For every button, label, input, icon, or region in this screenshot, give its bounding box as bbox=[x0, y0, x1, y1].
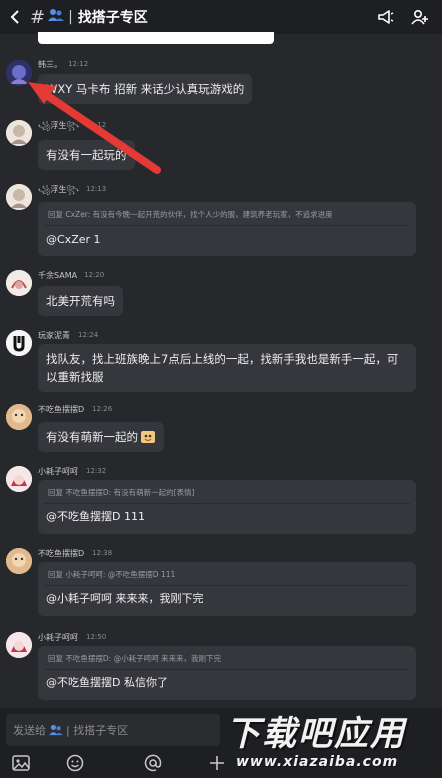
username[interactable]: 小耗子呵呵 bbox=[38, 632, 78, 643]
avatar[interactable] bbox=[6, 632, 32, 658]
timestamp: 12:26 bbox=[92, 405, 113, 413]
avatar[interactable] bbox=[6, 270, 32, 296]
group-icon bbox=[49, 724, 63, 736]
timestamp: 12:50 bbox=[86, 633, 107, 641]
timestamp: 12:13 bbox=[86, 185, 107, 193]
avatar[interactable] bbox=[6, 548, 32, 574]
message-bubble: 有没有一起玩的 bbox=[38, 140, 135, 170]
username[interactable]: 千余SAMA bbox=[38, 270, 77, 281]
reply-bubble: 回复 CxZer: 有没有今晚一起开荒的伙伴，找个人少的服，建筑养老玩家，不追求… bbox=[38, 202, 416, 256]
previous-message-bubble bbox=[38, 32, 274, 44]
hash-icon: # bbox=[30, 6, 46, 28]
avatar[interactable] bbox=[6, 404, 32, 430]
username[interactable]: ꧁浮生꧂ bbox=[38, 120, 79, 136]
add-member-icon[interactable] bbox=[410, 7, 430, 27]
avatar[interactable] bbox=[6, 60, 32, 86]
message-text: @不吃鱼摆摆D 111 bbox=[46, 510, 145, 523]
message-text: 有没有萌新一起的 bbox=[46, 430, 138, 444]
message-bubble: WXY 马卡布 招新 来话少认真玩游戏的 bbox=[38, 74, 253, 104]
timestamp: 12:12 bbox=[86, 121, 107, 129]
watermark: 下载吧应用 www.xiazaiba.com bbox=[220, 704, 442, 778]
username[interactable]: 玩家泥青 bbox=[38, 330, 70, 341]
group-icon bbox=[48, 8, 65, 26]
title-separator: | bbox=[68, 9, 73, 25]
username[interactable]: 韩三。 bbox=[38, 59, 62, 70]
username[interactable]: ꧁浮生꧂ bbox=[38, 184, 79, 200]
channel-header: # | 找搭子专区 bbox=[0, 0, 442, 34]
channel-name: 找搭子专区 bbox=[77, 10, 148, 26]
message-text: @CxZer 1 bbox=[46, 233, 101, 246]
watermark-url: www.xiazaiba.com bbox=[236, 754, 399, 770]
timestamp: 12:12 bbox=[68, 60, 89, 68]
watermark-title: 下载吧应用 bbox=[226, 714, 406, 754]
at-icon[interactable] bbox=[142, 752, 164, 774]
megaphone-icon[interactable] bbox=[376, 7, 396, 27]
emoji-icon[interactable] bbox=[64, 752, 86, 774]
reply-bubble: 回复 不吃鱼摆摆D: @小耗子呵呵 来来来，我刚下完 @不吃鱼摆摆D 私信你了 bbox=[38, 646, 416, 700]
input-channel-name: | 找搭子专区 bbox=[66, 724, 129, 737]
channel-title: # | 找搭子专区 bbox=[30, 7, 148, 28]
avatar[interactable] bbox=[6, 120, 32, 146]
username[interactable]: 小耗子呵呵 bbox=[38, 466, 78, 477]
message-bubble: 北美开荒有吗 bbox=[38, 286, 123, 316]
input-placeholder: 发送给 bbox=[13, 724, 46, 737]
image-icon[interactable] bbox=[10, 752, 32, 774]
avatar[interactable] bbox=[6, 330, 32, 356]
reply-quote[interactable]: 回复 不吃鱼摆摆D: 有没有萌新一起的[表情] bbox=[44, 484, 410, 504]
timestamp: 12:32 bbox=[86, 467, 107, 475]
username-text: 浮生 bbox=[50, 185, 67, 194]
message-bubble: 有没有萌新一起的 bbox=[38, 422, 164, 452]
message-bubble: 找队友，找上班族晚上7点后上线的一起，找新手我也是新手一起，可以重新找服 bbox=[38, 344, 416, 392]
reply-bubble: 回复 小耗子呵呵: @不吃鱼摆摆D 111 @小耗子呵呵 来来来，我刚下完 bbox=[38, 562, 416, 616]
avatar[interactable] bbox=[6, 466, 32, 492]
username-text: 浮生 bbox=[50, 121, 67, 130]
username[interactable]: 不吃鱼摆摆D bbox=[38, 404, 84, 415]
back-arrow-icon[interactable] bbox=[2, 0, 28, 34]
avatar[interactable] bbox=[6, 184, 32, 210]
message-input[interactable]: 发送给 | 找搭子专区 bbox=[6, 714, 220, 746]
message-text: @不吃鱼摆摆D 私信你了 bbox=[46, 676, 168, 689]
timestamp: 12:38 bbox=[92, 549, 113, 557]
message-text: @小耗子呵呵 来来来，我刚下完 bbox=[46, 592, 204, 605]
timestamp: 12:20 bbox=[84, 271, 105, 279]
reply-quote[interactable]: 回复 小耗子呵呵: @不吃鱼摆摆D 111 bbox=[44, 566, 410, 586]
reply-quote[interactable]: 回复 CxZer: 有没有今晚一起开荒的伙伴，找个人少的服，建筑养老玩家，不追求… bbox=[44, 206, 410, 226]
timestamp: 12:24 bbox=[78, 331, 99, 339]
reply-bubble: 回复 不吃鱼摆摆D: 有没有萌新一起的[表情] @不吃鱼摆摆D 111 bbox=[38, 480, 416, 534]
reply-quote[interactable]: 回复 不吃鱼摆摆D: @小耗子呵呵 来来来，我刚下完 bbox=[44, 650, 410, 670]
sticker-emoji-icon bbox=[140, 429, 156, 445]
username[interactable]: 不吃鱼摆摆D bbox=[38, 548, 84, 559]
